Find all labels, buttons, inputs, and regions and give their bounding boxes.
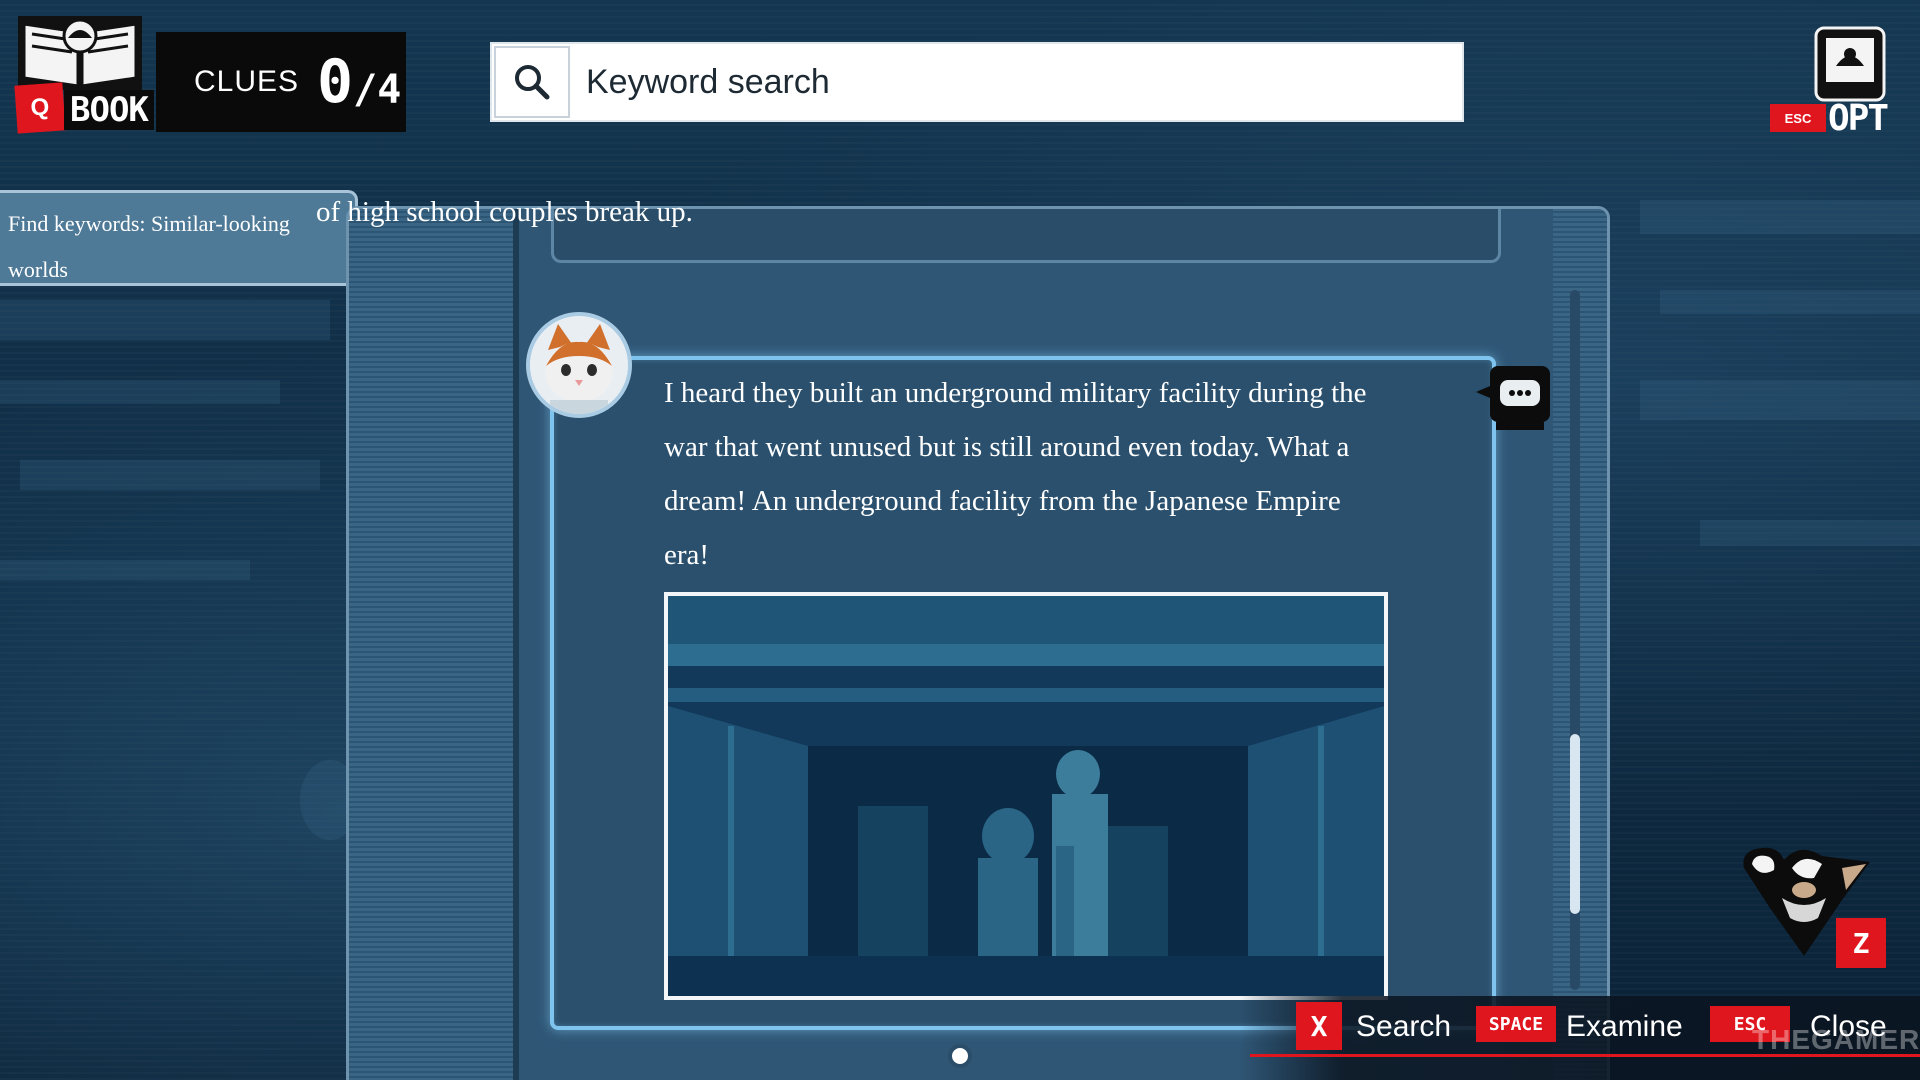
keyword-search-bar[interactable] <box>490 42 1464 122</box>
underground-facility-image[interactable] <box>664 592 1388 1000</box>
previous-post-card <box>551 209 1501 263</box>
examine-action[interactable]: Examine <box>1566 1010 1683 1044</box>
options-icon <box>1814 26 1886 102</box>
objective-panel: Find keywords: Similar-looking worlds <box>0 190 358 286</box>
clues-label: CLUES <box>194 65 300 98</box>
search-action[interactable]: Search <box>1356 1010 1451 1044</box>
cat-avatar-icon <box>530 316 628 414</box>
search-icon <box>515 65 550 100</box>
facility-illustration <box>668 596 1384 996</box>
options-hotkey: ESC <box>1770 104 1826 132</box>
feed-scrollbar-thumb[interactable] <box>1570 734 1580 914</box>
watermark: THEGAMER <box>1752 1024 1920 1055</box>
chat-bubble-icon[interactable] <box>1476 362 1554 436</box>
clues-total: /4 <box>353 67 402 113</box>
book-label: BOOK <box>64 90 154 130</box>
book-hud[interactable]: Q BOOK CLUES 0 /4 <box>6 4 406 134</box>
current-post-text: I heard they built an underground milita… <box>664 377 1367 571</box>
previous-post-text: of high school couples break up. <box>316 196 693 228</box>
clues-found: 0 <box>317 47 354 117</box>
options-hud[interactable]: ESC OPT <box>1770 26 1900 139</box>
book-hotkey: Q <box>14 82 66 134</box>
options-label: OPT <box>1828 98 1889 139</box>
search-input[interactable] <box>570 44 1462 120</box>
feed-rail <box>513 209 519 1080</box>
examine-hotkey: SPACE <box>1476 1006 1556 1042</box>
book-icon <box>18 16 142 90</box>
clues-counter: CLUES 0 /4 <box>156 32 406 132</box>
cat-avatar <box>526 312 632 418</box>
search-hotkey: X <box>1296 1002 1342 1050</box>
page-indicator-dot <box>948 1044 972 1068</box>
partner-hotkey: Z <box>1836 918 1886 968</box>
search-button[interactable] <box>494 46 570 118</box>
